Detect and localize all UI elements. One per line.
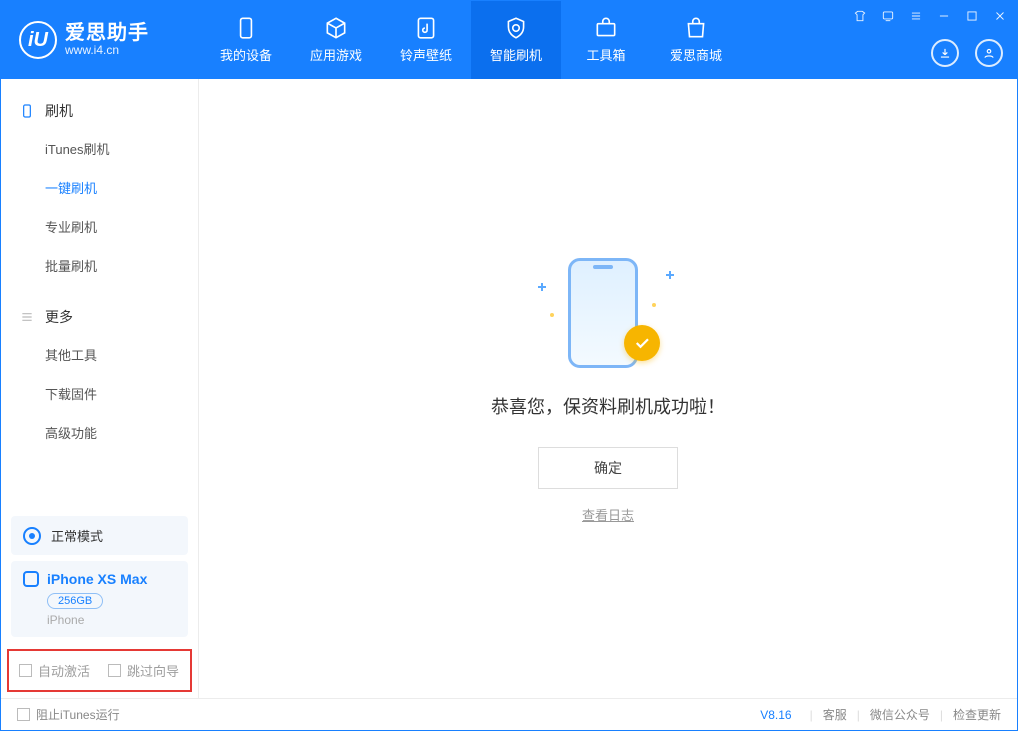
ok-button[interactable]: 确定: [538, 447, 678, 489]
header: iU 爱思助手 www.i4.cn 我的设备 应用游戏 铃声壁纸 智能刷机: [1, 1, 1017, 79]
menu-icon[interactable]: [907, 7, 925, 25]
checkbox-skip-guide[interactable]: 跳过向导: [108, 661, 179, 680]
body: 刷机 iTunes刷机 一键刷机 专业刷机 批量刷机 更多 其他工具 下载固件 …: [1, 79, 1017, 698]
highlighted-options: 自动激活 跳过向导: [7, 649, 192, 692]
nav-toolbox[interactable]: 工具箱: [561, 1, 651, 79]
footer-wechat-link[interactable]: 微信公众号: [870, 706, 930, 723]
sidebar-item-pro-flash[interactable]: 专业刷机: [1, 207, 198, 246]
mode-box[interactable]: 正常模式: [11, 516, 188, 555]
list-icon: [19, 309, 35, 325]
logo-block: iU 爱思助手 www.i4.cn: [1, 1, 201, 79]
sidebar-section-flash: 刷机: [1, 89, 198, 129]
mode-label: 正常模式: [51, 526, 103, 545]
nav-apps-games[interactable]: 应用游戏: [291, 1, 381, 79]
top-nav: 我的设备 应用游戏 铃声壁纸 智能刷机 工具箱 爱思商城: [201, 1, 741, 79]
window-controls: [851, 7, 1009, 25]
footer: 阻止iTunes运行 V8.16 | 客服 | 微信公众号 | 检查更新: [1, 698, 1017, 730]
nav-store[interactable]: 爱思商城: [651, 1, 741, 79]
sidebar-item-download-firmware[interactable]: 下载固件: [1, 374, 198, 413]
checkbox-label: 自动激活: [38, 661, 90, 680]
nav-label: 工具箱: [586, 45, 625, 64]
footer-update-link[interactable]: 检查更新: [953, 706, 1001, 723]
nav-smart-flash[interactable]: 智能刷机: [471, 1, 561, 79]
device-capacity: 256GB: [47, 593, 103, 609]
checkbox-block-itunes[interactable]: 阻止iTunes运行: [17, 706, 120, 723]
version-label: V8.16: [760, 708, 791, 722]
device-type: iPhone: [47, 613, 176, 627]
minimize-button[interactable]: [935, 7, 953, 25]
nav-my-device[interactable]: 我的设备: [201, 1, 291, 79]
sidebar-section-more: 更多: [1, 295, 198, 335]
device-icon: [23, 571, 39, 587]
toolbox-icon: [593, 17, 619, 39]
sparkle-icon: [538, 283, 546, 291]
nav-label: 铃声壁纸: [400, 45, 452, 64]
cube-icon: [323, 17, 349, 39]
device-box[interactable]: iPhone XS Max 256GB iPhone: [11, 561, 188, 637]
app-url: www.i4.cn: [65, 44, 149, 57]
checkbox-label: 跳过向导: [127, 661, 179, 680]
skin-icon[interactable]: [851, 7, 869, 25]
logo-icon: iU: [19, 21, 57, 59]
music-file-icon: [413, 17, 439, 39]
nav-label: 智能刷机: [490, 45, 542, 64]
app-window: iU 爱思助手 www.i4.cn 我的设备 应用游戏 铃声壁纸 智能刷机: [0, 0, 1018, 731]
checkbox-auto-activate[interactable]: 自动激活: [19, 661, 90, 680]
device-name: iPhone XS Max: [47, 571, 147, 587]
sidebar-item-oneclick-flash[interactable]: 一键刷机: [1, 168, 198, 207]
nav-ringtone-wallpaper[interactable]: 铃声壁纸: [381, 1, 471, 79]
section-title: 刷机: [45, 101, 73, 121]
nav-label: 爱思商城: [670, 45, 722, 64]
feedback-icon[interactable]: [879, 7, 897, 25]
sidebar-item-advanced[interactable]: 高级功能: [1, 413, 198, 452]
sidebar-item-other-tools[interactable]: 其他工具: [1, 335, 198, 374]
download-button[interactable]: [931, 39, 959, 67]
refresh-shield-icon: [503, 17, 529, 39]
mode-icon: [23, 527, 41, 545]
sparkle-icon: [666, 271, 674, 279]
account-button[interactable]: [975, 39, 1003, 67]
checkbox-label: 阻止iTunes运行: [36, 706, 120, 723]
device-icon: [233, 17, 259, 39]
nav-label: 我的设备: [220, 45, 272, 64]
nav-label: 应用游戏: [310, 45, 362, 64]
close-button[interactable]: [991, 7, 1009, 25]
maximize-button[interactable]: [963, 7, 981, 25]
dot-icon: [652, 303, 656, 307]
success-illustration: [548, 253, 668, 373]
header-right-buttons: [931, 39, 1003, 67]
dot-icon: [550, 313, 554, 317]
bag-icon: [683, 17, 709, 39]
sidebar-item-batch-flash[interactable]: 批量刷机: [1, 246, 198, 285]
sidebar: 刷机 iTunes刷机 一键刷机 专业刷机 批量刷机 更多 其他工具 下载固件 …: [1, 79, 199, 698]
success-message: 恭喜您，保资料刷机成功啦！: [491, 393, 725, 419]
checkmark-badge-icon: [624, 325, 660, 361]
main-content: 恭喜您，保资料刷机成功啦！ 确定 查看日志: [199, 79, 1017, 698]
sidebar-item-itunes-flash[interactable]: iTunes刷机: [1, 129, 198, 168]
footer-support-link[interactable]: 客服: [823, 706, 847, 723]
view-log-link[interactable]: 查看日志: [582, 505, 634, 524]
phone-icon: [19, 103, 35, 119]
app-name: 爱思助手: [65, 22, 149, 44]
section-title: 更多: [45, 307, 73, 327]
